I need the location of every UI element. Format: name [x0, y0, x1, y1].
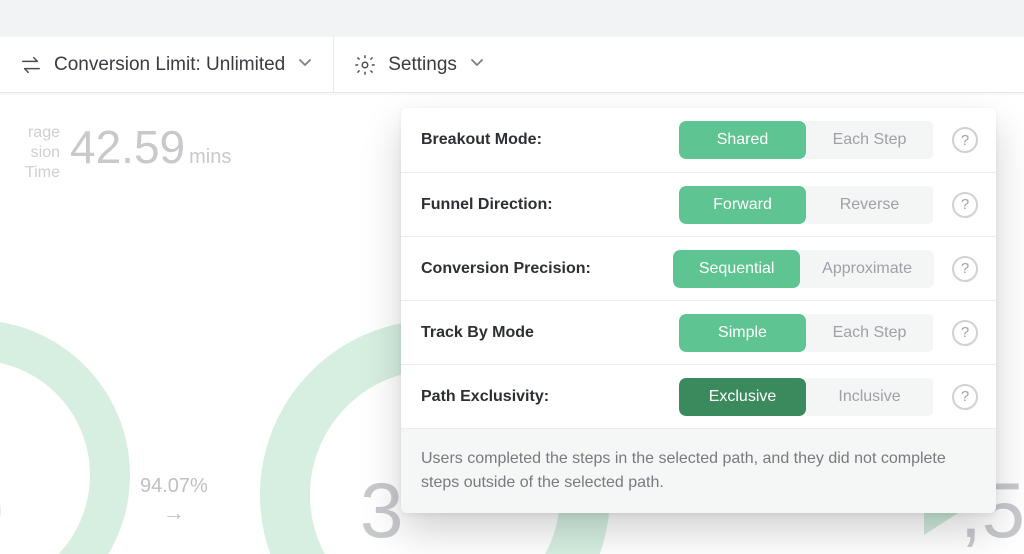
segmented-control: Sequential Approximate [673, 250, 934, 288]
gear-icon [354, 54, 376, 76]
segment-each-step[interactable]: Each Step [806, 121, 933, 159]
toolbar: Conversion Limit: Unlimited Settings [0, 37, 1024, 93]
setting-row-track-by-mode: Track By Mode Simple Each Step ? [401, 300, 996, 364]
setting-row-conversion-precision: Conversion Precision: Sequential Approxi… [401, 236, 996, 300]
arrow-right-icon: → [140, 500, 208, 526]
conversion-limit-dropdown[interactable]: Conversion Limit: Unlimited [0, 37, 333, 92]
conversion-limit-label: Conversion Limit: Unlimited [54, 54, 285, 76]
setting-description: Users completed the steps in the selecte… [401, 428, 996, 513]
chevron-down-icon [297, 54, 313, 76]
help-icon[interactable]: ? [952, 127, 978, 153]
segment-approximate[interactable]: Approximate [800, 250, 934, 288]
funnel-count-2: 3 [360, 465, 403, 554]
setting-label: Funnel Direction: [421, 196, 679, 214]
setting-label: Track By Mode [421, 324, 679, 342]
help-icon[interactable]: ? [952, 384, 978, 410]
segment-simple[interactable]: Simple [679, 314, 806, 352]
segment-inclusive[interactable]: Inclusive [806, 378, 933, 416]
funnel-count-1: 0 [0, 465, 3, 554]
stat-unit: mins [189, 146, 231, 168]
chevron-down-icon [469, 54, 485, 76]
segmented-control: Simple Each Step [679, 314, 934, 352]
funnel-ring-1 [0, 320, 130, 554]
help-icon[interactable]: ? [952, 320, 978, 346]
stat-number: 42.59 [70, 121, 185, 173]
segmented-control: Shared Each Step [679, 121, 934, 159]
setting-label: Conversion Precision: [421, 260, 673, 278]
setting-label: Breakout Mode: [421, 131, 679, 149]
settings-label: Settings [388, 54, 457, 76]
segment-shared[interactable]: Shared [679, 121, 806, 159]
segmented-control: Forward Reverse [679, 186, 934, 224]
setting-label: Path Exclusivity: [421, 388, 679, 406]
segment-reverse[interactable]: Reverse [806, 186, 933, 224]
help-icon[interactable]: ? [952, 256, 978, 282]
top-toolbar-spacer [0, 0, 1024, 37]
help-icon[interactable]: ? [952, 192, 978, 218]
avg-conversion-time-value: 42.59mins [70, 120, 231, 174]
segment-forward[interactable]: Forward [679, 186, 806, 224]
funnel-step-pct: 94.07% → [140, 475, 208, 526]
setting-row-path-exclusivity: Path Exclusivity: Exclusive Inclusive ? [401, 364, 996, 428]
settings-panel: Breakout Mode: Shared Each Step ? Funnel… [401, 108, 996, 513]
segment-exclusive[interactable]: Exclusive [679, 378, 806, 416]
segmented-control: Exclusive Inclusive [679, 378, 934, 416]
setting-row-funnel-direction: Funnel Direction: Forward Reverse ? [401, 172, 996, 236]
segment-sequential[interactable]: Sequential [673, 250, 800, 288]
setting-row-breakout-mode: Breakout Mode: Shared Each Step ? [401, 108, 996, 172]
settings-dropdown[interactable]: Settings [334, 37, 505, 92]
segment-each-step[interactable]: Each Step [806, 314, 933, 352]
swap-icon [20, 55, 42, 75]
stat-caption: rage sion Time [0, 123, 60, 183]
